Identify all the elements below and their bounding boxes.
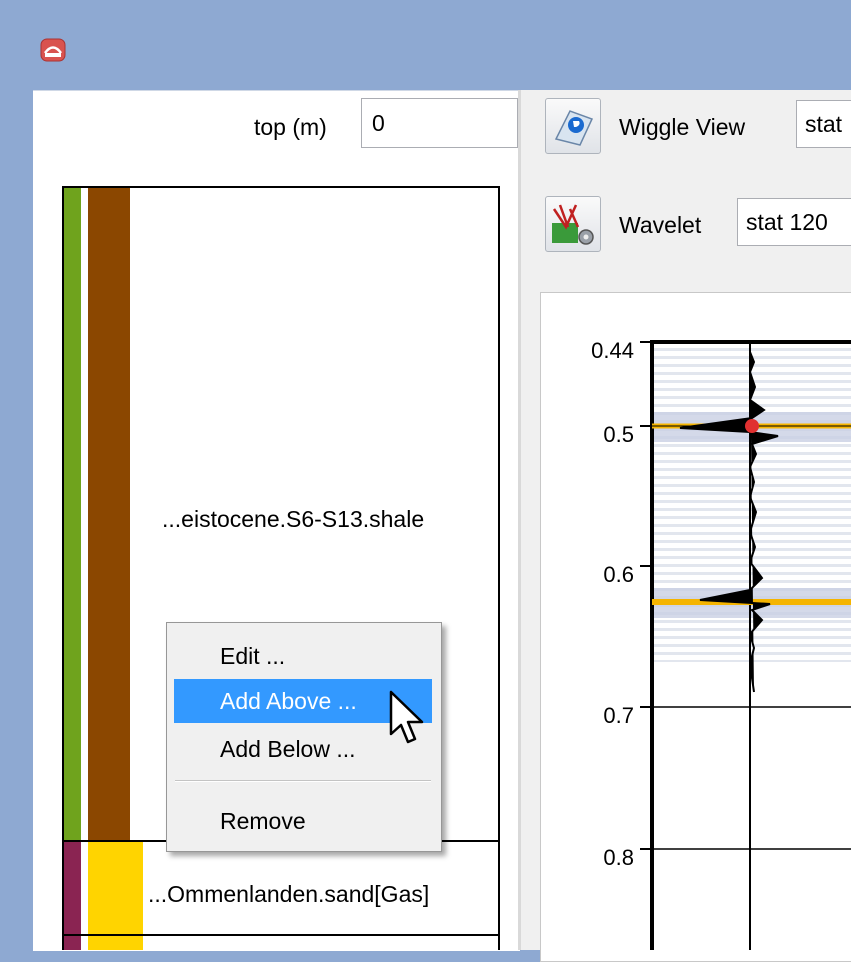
time-tick-label: 0.5	[603, 422, 634, 447]
wiggle-view-icon	[554, 110, 594, 146]
marker-point[interactable]	[745, 419, 759, 433]
unit-1-color-b	[88, 188, 130, 840]
wavelet-button[interactable]	[545, 196, 601, 252]
wiggle-view-select[interactable]: stat	[796, 100, 851, 148]
wiggle-view-button[interactable]	[545, 98, 601, 154]
time-tick-label: 0.6	[603, 562, 634, 587]
wavelet-icon	[552, 204, 594, 245]
menu-item-remove[interactable]: Remove	[174, 799, 432, 843]
menu-separator	[175, 780, 431, 782]
top-depth-input[interactable]: 0	[361, 98, 518, 148]
time-tick-label: 0.8	[603, 845, 634, 870]
unit-boundary[interactable]	[62, 934, 500, 936]
wavelet-select[interactable]: stat 120	[737, 198, 851, 246]
time-tick-label: 0.7	[603, 703, 634, 728]
wiggle-plot[interactable]: 0.44 0.5 0.6 0.7 0.8	[540, 292, 851, 950]
wiggle-view-label: Wiggle View	[619, 114, 746, 140]
top-depth-label: top (m)	[254, 114, 327, 140]
menu-item-edit[interactable]: Edit ...	[174, 634, 432, 678]
wavelet-label: Wavelet	[619, 212, 702, 238]
app-icon[interactable]	[40, 38, 66, 62]
title-bar	[0, 0, 851, 90]
mouse-pointer-icon	[389, 690, 424, 744]
time-tick-label: 0.44	[591, 338, 634, 363]
unit-1-label[interactable]: ...eistocene.S6-S13.shale	[162, 506, 424, 533]
unit-1-color-a	[64, 188, 81, 840]
unit-2-label[interactable]: ...Ommenlanden.sand[Gas]	[148, 881, 429, 908]
